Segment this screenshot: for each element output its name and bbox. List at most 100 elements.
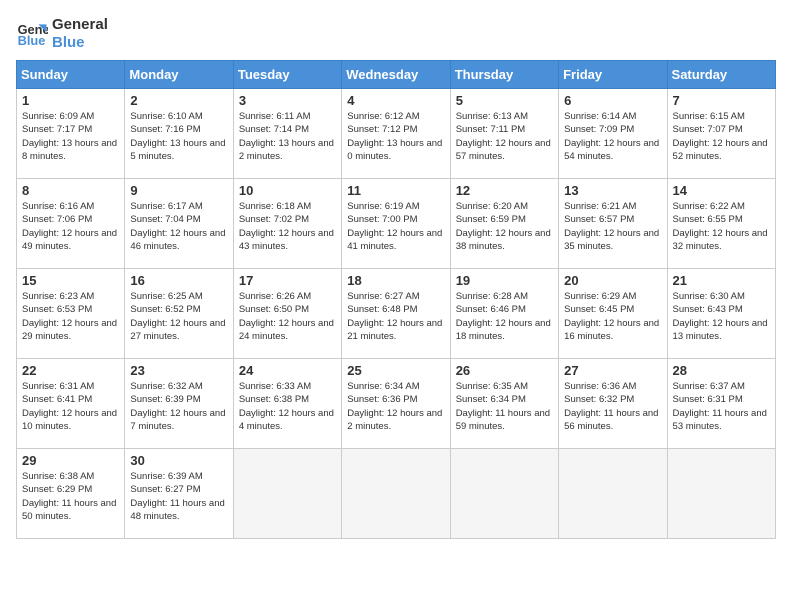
day-cell-5: 5 Sunrise: 6:13 AM Sunset: 7:11 PM Dayli… bbox=[450, 89, 558, 179]
cell-daylight: Daylight: 13 hours and 0 minutes. bbox=[347, 138, 442, 162]
day-cell-28: 28 Sunrise: 6:37 AM Sunset: 6:31 PM Dayl… bbox=[667, 359, 775, 449]
day-cell-15: 15 Sunrise: 6:23 AM Sunset: 6:53 PM Dayl… bbox=[17, 269, 125, 359]
cell-sunset: Sunset: 7:12 PM bbox=[347, 124, 417, 135]
header-monday: Monday bbox=[125, 61, 233, 89]
cell-daylight: Daylight: 12 hours and 43 minutes. bbox=[239, 228, 334, 252]
cell-daylight: Daylight: 12 hours and 13 minutes. bbox=[673, 318, 768, 342]
cell-daylight: Daylight: 13 hours and 8 minutes. bbox=[22, 138, 117, 162]
day-cell-13: 13 Sunrise: 6:21 AM Sunset: 6:57 PM Dayl… bbox=[559, 179, 667, 269]
day-cell-3: 3 Sunrise: 6:11 AM Sunset: 7:14 PM Dayli… bbox=[233, 89, 341, 179]
empty-cell bbox=[342, 449, 450, 539]
cell-sunset: Sunset: 6:48 PM bbox=[347, 304, 417, 315]
cell-sunrise: Sunrise: 6:26 AM bbox=[239, 291, 311, 302]
cell-sunrise: Sunrise: 6:17 AM bbox=[130, 201, 202, 212]
day-cell-8: 8 Sunrise: 6:16 AM Sunset: 7:06 PM Dayli… bbox=[17, 179, 125, 269]
week-row-3: 15 Sunrise: 6:23 AM Sunset: 6:53 PM Dayl… bbox=[17, 269, 776, 359]
header-sunday: Sunday bbox=[17, 61, 125, 89]
cell-sunrise: Sunrise: 6:25 AM bbox=[130, 291, 202, 302]
logo: General Blue General Blue bbox=[16, 16, 108, 52]
cell-daylight: Daylight: 11 hours and 56 minutes. bbox=[564, 408, 658, 432]
empty-cell bbox=[233, 449, 341, 539]
day-number: 16 bbox=[130, 273, 227, 288]
cell-sunset: Sunset: 6:27 PM bbox=[130, 484, 200, 495]
week-row-4: 22 Sunrise: 6:31 AM Sunset: 6:41 PM Dayl… bbox=[17, 359, 776, 449]
cell-daylight: Daylight: 12 hours and 4 minutes. bbox=[239, 408, 334, 432]
cell-sunrise: Sunrise: 6:22 AM bbox=[673, 201, 745, 212]
day-cell-24: 24 Sunrise: 6:33 AM Sunset: 6:38 PM Dayl… bbox=[233, 359, 341, 449]
calendar-table: SundayMondayTuesdayWednesdayThursdayFrid… bbox=[16, 60, 776, 539]
day-number: 24 bbox=[239, 363, 336, 378]
cell-sunset: Sunset: 7:07 PM bbox=[673, 124, 743, 135]
cell-daylight: Daylight: 12 hours and 16 minutes. bbox=[564, 318, 659, 342]
cell-sunrise: Sunrise: 6:37 AM bbox=[673, 381, 745, 392]
day-number: 13 bbox=[564, 183, 661, 198]
day-number: 22 bbox=[22, 363, 119, 378]
cell-sunset: Sunset: 6:41 PM bbox=[22, 394, 92, 405]
day-cell-14: 14 Sunrise: 6:22 AM Sunset: 6:55 PM Dayl… bbox=[667, 179, 775, 269]
day-cell-12: 12 Sunrise: 6:20 AM Sunset: 6:59 PM Dayl… bbox=[450, 179, 558, 269]
day-number: 6 bbox=[564, 93, 661, 108]
cell-sunrise: Sunrise: 6:28 AM bbox=[456, 291, 528, 302]
day-number: 4 bbox=[347, 93, 444, 108]
day-cell-7: 7 Sunrise: 6:15 AM Sunset: 7:07 PM Dayli… bbox=[667, 89, 775, 179]
day-number: 18 bbox=[347, 273, 444, 288]
day-cell-1: 1 Sunrise: 6:09 AM Sunset: 7:17 PM Dayli… bbox=[17, 89, 125, 179]
cell-sunrise: Sunrise: 6:23 AM bbox=[22, 291, 94, 302]
cell-sunrise: Sunrise: 6:09 AM bbox=[22, 111, 94, 122]
day-cell-4: 4 Sunrise: 6:12 AM Sunset: 7:12 PM Dayli… bbox=[342, 89, 450, 179]
header-tuesday: Tuesday bbox=[233, 61, 341, 89]
cell-daylight: Daylight: 12 hours and 54 minutes. bbox=[564, 138, 659, 162]
day-cell-11: 11 Sunrise: 6:19 AM Sunset: 7:00 PM Dayl… bbox=[342, 179, 450, 269]
cell-sunset: Sunset: 7:02 PM bbox=[239, 214, 309, 225]
cell-sunset: Sunset: 7:06 PM bbox=[22, 214, 92, 225]
cell-sunrise: Sunrise: 6:18 AM bbox=[239, 201, 311, 212]
cell-daylight: Daylight: 12 hours and 46 minutes. bbox=[130, 228, 225, 252]
day-number: 27 bbox=[564, 363, 661, 378]
day-number: 19 bbox=[456, 273, 553, 288]
cell-sunrise: Sunrise: 6:15 AM bbox=[673, 111, 745, 122]
day-number: 2 bbox=[130, 93, 227, 108]
day-number: 5 bbox=[456, 93, 553, 108]
cell-daylight: Daylight: 12 hours and 41 minutes. bbox=[347, 228, 442, 252]
logo-text-general: General bbox=[52, 16, 108, 34]
header-thursday: Thursday bbox=[450, 61, 558, 89]
header-friday: Friday bbox=[559, 61, 667, 89]
week-row-5: 29 Sunrise: 6:38 AM Sunset: 6:29 PM Dayl… bbox=[17, 449, 776, 539]
cell-sunset: Sunset: 7:00 PM bbox=[347, 214, 417, 225]
cell-daylight: Daylight: 12 hours and 38 minutes. bbox=[456, 228, 551, 252]
cell-sunrise: Sunrise: 6:33 AM bbox=[239, 381, 311, 392]
cell-daylight: Daylight: 13 hours and 5 minutes. bbox=[130, 138, 225, 162]
cell-sunrise: Sunrise: 6:32 AM bbox=[130, 381, 202, 392]
header-wednesday: Wednesday bbox=[342, 61, 450, 89]
cell-daylight: Daylight: 12 hours and 21 minutes. bbox=[347, 318, 442, 342]
day-number: 20 bbox=[564, 273, 661, 288]
cell-sunset: Sunset: 7:17 PM bbox=[22, 124, 92, 135]
day-number: 17 bbox=[239, 273, 336, 288]
cell-sunrise: Sunrise: 6:36 AM bbox=[564, 381, 636, 392]
cell-daylight: Daylight: 12 hours and 52 minutes. bbox=[673, 138, 768, 162]
day-cell-6: 6 Sunrise: 6:14 AM Sunset: 7:09 PM Dayli… bbox=[559, 89, 667, 179]
cell-sunset: Sunset: 6:31 PM bbox=[673, 394, 743, 405]
cell-daylight: Daylight: 12 hours and 49 minutes. bbox=[22, 228, 117, 252]
cell-sunrise: Sunrise: 6:19 AM bbox=[347, 201, 419, 212]
cell-sunset: Sunset: 6:45 PM bbox=[564, 304, 634, 315]
cell-sunset: Sunset: 6:32 PM bbox=[564, 394, 634, 405]
cell-daylight: Daylight: 12 hours and 35 minutes. bbox=[564, 228, 659, 252]
day-cell-30: 30 Sunrise: 6:39 AM Sunset: 6:27 PM Dayl… bbox=[125, 449, 233, 539]
day-number: 9 bbox=[130, 183, 227, 198]
cell-daylight: Daylight: 11 hours and 53 minutes. bbox=[673, 408, 767, 432]
cell-daylight: Daylight: 12 hours and 32 minutes. bbox=[673, 228, 768, 252]
logo-text-blue: Blue bbox=[52, 34, 108, 52]
cell-sunrise: Sunrise: 6:30 AM bbox=[673, 291, 745, 302]
day-cell-23: 23 Sunrise: 6:32 AM Sunset: 6:39 PM Dayl… bbox=[125, 359, 233, 449]
cell-sunrise: Sunrise: 6:29 AM bbox=[564, 291, 636, 302]
cell-sunrise: Sunrise: 6:12 AM bbox=[347, 111, 419, 122]
week-row-1: 1 Sunrise: 6:09 AM Sunset: 7:17 PM Dayli… bbox=[17, 89, 776, 179]
day-number: 10 bbox=[239, 183, 336, 198]
cell-sunrise: Sunrise: 6:34 AM bbox=[347, 381, 419, 392]
day-cell-17: 17 Sunrise: 6:26 AM Sunset: 6:50 PM Dayl… bbox=[233, 269, 341, 359]
cell-sunrise: Sunrise: 6:10 AM bbox=[130, 111, 202, 122]
day-number: 29 bbox=[22, 453, 119, 468]
day-cell-29: 29 Sunrise: 6:38 AM Sunset: 6:29 PM Dayl… bbox=[17, 449, 125, 539]
day-cell-20: 20 Sunrise: 6:29 AM Sunset: 6:45 PM Dayl… bbox=[559, 269, 667, 359]
